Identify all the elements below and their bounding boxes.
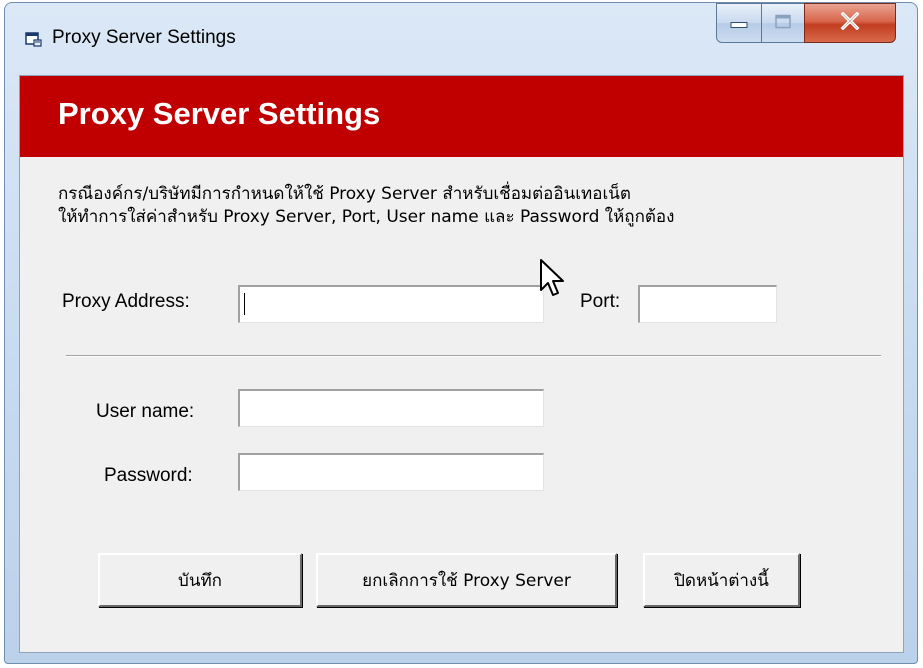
username-input[interactable] (238, 389, 544, 427)
description-line-2: ให้ทำการใส่ค่าสำหรับ Proxy Server, Port,… (58, 207, 675, 227)
mouse-pointer-icon (538, 257, 568, 303)
close-window-button-label: ปิดหน้าต่างนี้ (674, 570, 769, 591)
save-button[interactable]: บันทึก (98, 553, 302, 607)
password-input[interactable] (238, 453, 544, 491)
cancel-proxy-button-label: ยกเลิกการใช้ Proxy Server (362, 570, 571, 591)
minimize-icon (730, 14, 748, 33)
description-text: กรณีองค์กร/บริษัทมีการกำหนดให้ใช้ Proxy … (58, 183, 674, 229)
username-label: User name: (96, 401, 195, 422)
proxy-address-label: Proxy Address: (62, 291, 190, 312)
dialog-client-area: Proxy Server Settings กรณีองค์กร/บริษัทม… (19, 75, 904, 653)
minimize-button[interactable] (716, 3, 762, 43)
maximize-button[interactable] (761, 3, 805, 43)
proxy-settings-window: Proxy Server Settings Proxy Server Setti… (4, 2, 918, 664)
header-banner: Proxy Server Settings (20, 76, 903, 157)
window-title: Proxy Server Settings (52, 27, 236, 48)
title-bar[interactable]: Proxy Server Settings (5, 3, 917, 75)
maximize-icon (775, 14, 791, 33)
password-label: Password: (104, 465, 193, 486)
close-window-button[interactable]: ปิดหน้าต่างนี้ (643, 553, 800, 607)
separator-line (66, 355, 881, 357)
save-button-label: บันทึก (178, 570, 222, 591)
close-icon (840, 11, 860, 34)
proxy-address-input[interactable] (238, 285, 544, 323)
close-button[interactable] (804, 3, 896, 43)
cancel-proxy-button[interactable]: ยกเลิกการใช้ Proxy Server (316, 553, 617, 607)
text-caret (244, 293, 245, 315)
port-input[interactable] (638, 285, 777, 323)
app-window-icon (25, 31, 43, 47)
banner-title: Proxy Server Settings (58, 96, 381, 131)
port-label: Port: (580, 291, 621, 312)
description-line-1: กรณีองค์กร/บริษัทมีการกำหนดให้ใช้ Proxy … (58, 184, 631, 204)
